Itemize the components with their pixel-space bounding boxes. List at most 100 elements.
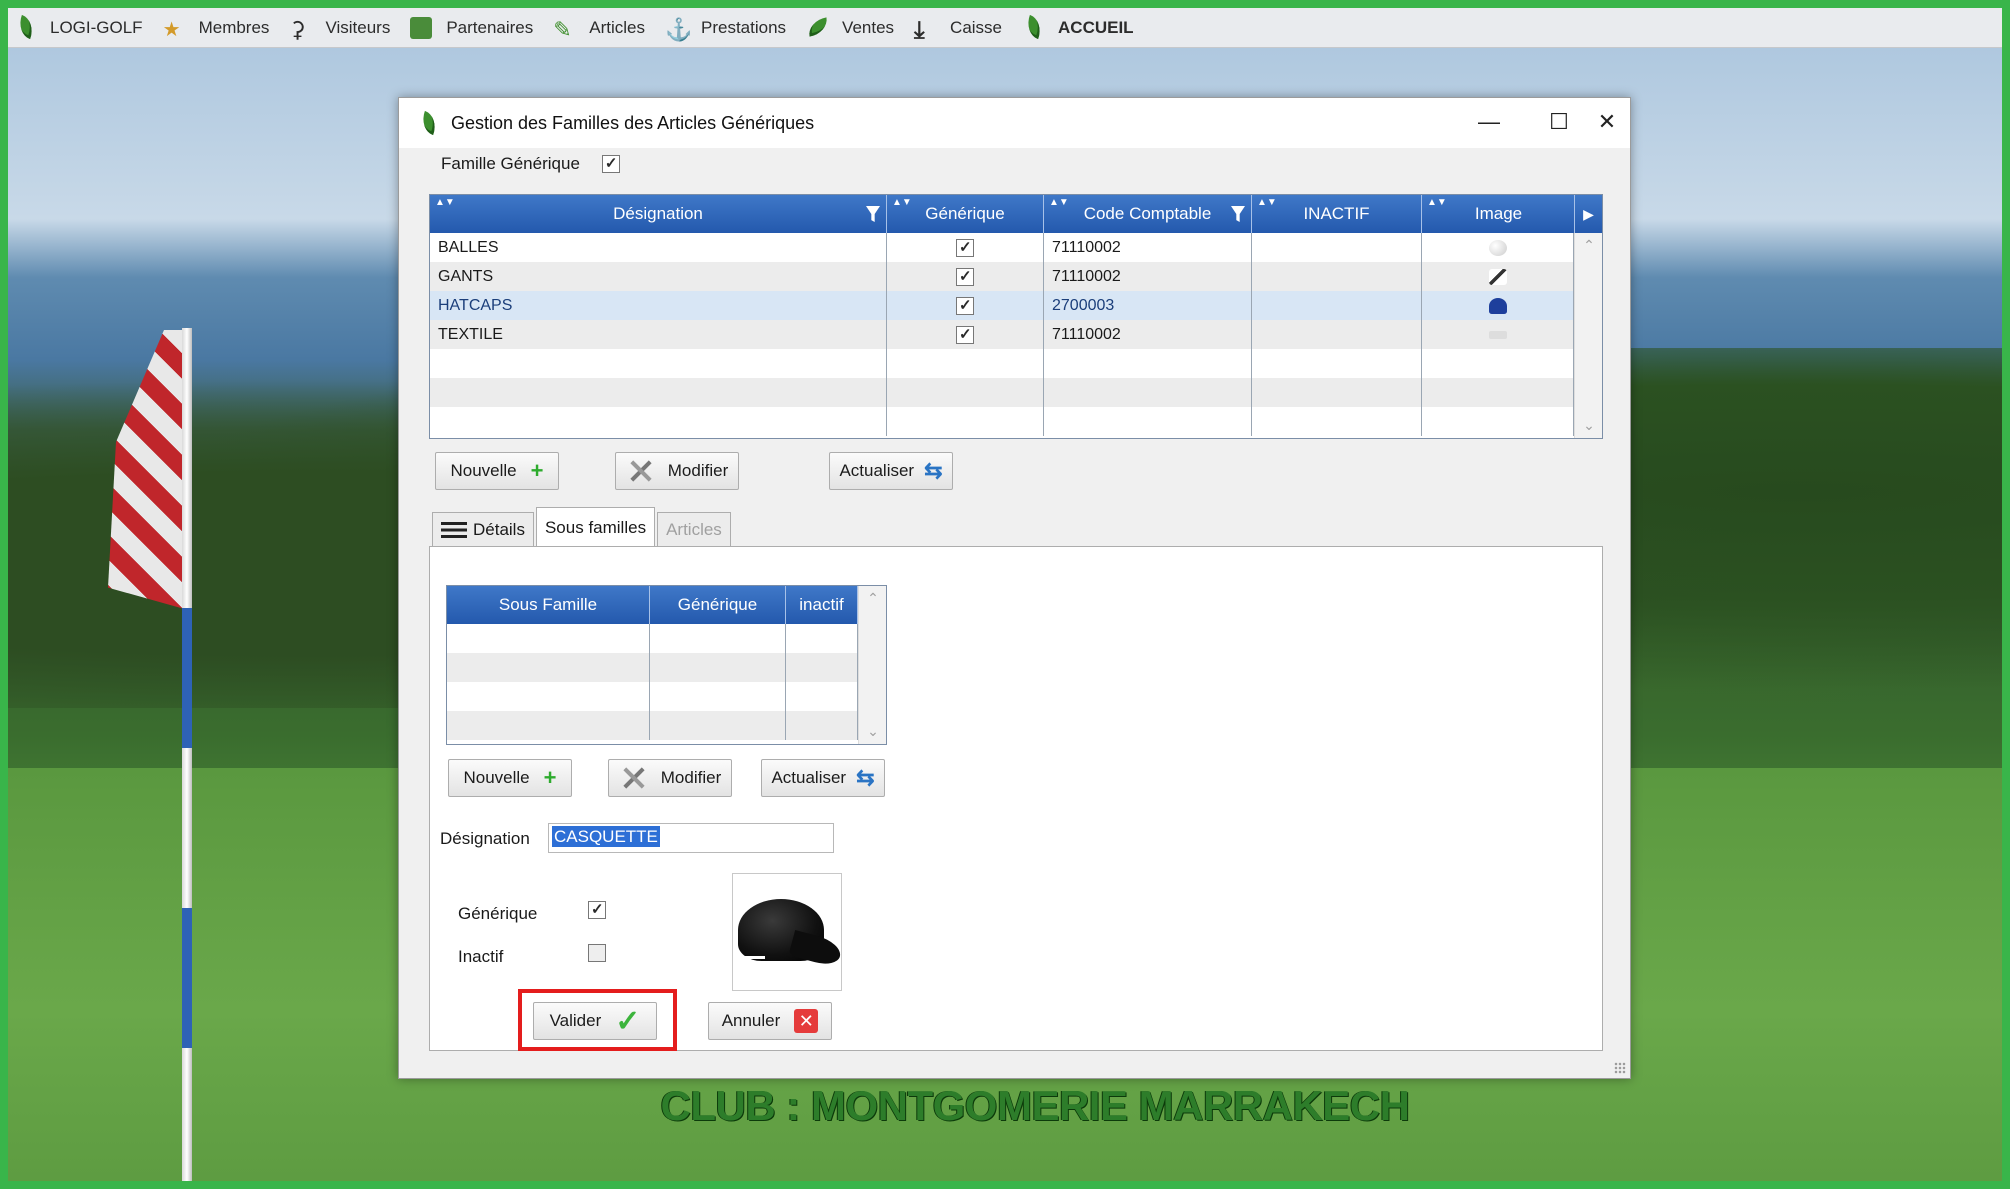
generique-checkbox[interactable] (956, 325, 974, 344)
menu-articles[interactable]: ✎ Articles (553, 8, 645, 48)
tab-details[interactable]: Détails (432, 512, 534, 546)
actualiser-button[interactable]: Actualiser ⇆ (829, 452, 953, 490)
sub-nouvelle-button[interactable]: Nouvelle + (448, 759, 572, 797)
col-designation[interactable]: ▲▼ Désignation (430, 195, 887, 233)
famille-generique-label: Famille Générique (441, 154, 580, 173)
tab-articles[interactable]: Articles (657, 512, 731, 546)
cell-designation: GANTS (430, 262, 887, 291)
top-menu-bar: LOGI-GOLF ★ Membres ⚳ Visiteurs Partenaire… (8, 8, 2002, 48)
close-button[interactable]: ✕ (1584, 102, 1630, 142)
resize-grip-icon[interactable] (1614, 1062, 1626, 1074)
refresh-icon: ⇆ (856, 765, 875, 790)
cell-generique (887, 291, 1044, 320)
cap-image[interactable] (732, 873, 842, 991)
menu-caisse[interactable]: ⤓ Caisse (914, 8, 1002, 48)
list-item-empty (447, 682, 858, 711)
cell-designation: BALLES (430, 233, 887, 262)
famille-generique-checkbox[interactable] (601, 155, 620, 173)
menu-accueil[interactable]: ACCUEIL (1022, 8, 1134, 48)
cell-designation: HATCAPS (430, 291, 887, 320)
leaf-icon (418, 110, 440, 136)
menu-membres[interactable]: ★ Membres (163, 8, 270, 48)
filter-icon[interactable] (866, 206, 880, 222)
grid-header: ▲▼ Désignation ▲▼ Générique ▲▼ Code Comptab… (430, 195, 1602, 233)
col-sub-generique[interactable]: Générique (650, 586, 786, 624)
annuler-button[interactable]: Annuler ✕ (708, 1002, 832, 1040)
subgrid-scrollbar[interactable]: ⌃ ⌄ (858, 586, 886, 744)
sub-actualiser-button[interactable]: Actualiser ⇆ (761, 759, 885, 797)
generique-checkbox[interactable] (588, 901, 606, 919)
list-item-empty (447, 653, 858, 682)
menu-partenaires[interactable]: Partenaires (410, 8, 533, 48)
sous-familles-panel: Sous Famille Générique inactif ⌃ ⌄ Nouve… (429, 546, 1603, 1051)
plus-icon: + (530, 458, 544, 483)
flag-pole (182, 328, 192, 1181)
familles-dialog: Gestion des Familles des Articles Généri… (398, 97, 1631, 1079)
inactif-checkbox[interactable] (588, 944, 606, 962)
maximize-button[interactable]: ☐ (1536, 102, 1582, 142)
generique-checkbox[interactable] (956, 238, 974, 257)
dialog-title-bar[interactable]: Gestion des Familles des Articles Généri… (399, 98, 1630, 148)
club-name: CLUB : MONTGOMERIE MARRAKECH (660, 1082, 1410, 1129)
generique-checkbox[interactable] (956, 296, 974, 315)
table-row[interactable]: TEXTILE 71110002 (430, 320, 1574, 349)
col-image[interactable]: ▲▼ Image (1422, 195, 1576, 233)
sub-modifier-button[interactable]: Modifier (608, 759, 732, 797)
scroll-right-icon[interactable]: ▶ (1574, 195, 1602, 233)
chevron-down-icon[interactable]: ⌄ (859, 723, 886, 740)
close-red-icon: ✕ (794, 1009, 819, 1033)
table-row-selected[interactable]: HATCAPS 2700003 (430, 291, 1574, 320)
familles-grid: ▲▼ Désignation ▲▼ Générique ▲▼ Code Comptab… (429, 194, 1603, 439)
menu-ventes[interactable]: Ventes (806, 8, 894, 48)
tools-icon (619, 765, 645, 791)
cell-inactif (1252, 233, 1422, 262)
shoe-icon (806, 16, 830, 39)
plus-icon: + (543, 765, 557, 790)
glove-thumb-icon (1422, 262, 1574, 291)
cell-designation: TEXTILE (430, 320, 887, 349)
cell-inactif (1252, 291, 1422, 320)
chevron-down-icon[interactable]: ⌄ (1575, 417, 1602, 434)
partners-icon (410, 16, 433, 39)
menu-prestations[interactable]: ⚓ Prestations (665, 8, 786, 48)
tab-sous-familles[interactable]: Sous familles (535, 507, 656, 547)
menu-logi-golf[interactable]: LOGI-GOLF (14, 8, 143, 48)
minimize-button[interactable]: — (1466, 102, 1512, 142)
golfer-icon: ★ (162, 18, 181, 41)
vertical-scrollbar[interactable]: ⌃ ⌄ (1574, 233, 1602, 438)
walker-icon: ⚳ (289, 16, 306, 42)
download-icon: ⤓ (914, 16, 925, 44)
dialog-title: Gestion des Familles des Articles Généri… (451, 112, 815, 133)
col-generique[interactable]: ▲▼ Générique (887, 195, 1044, 233)
col-code-comptable[interactable]: ▲▼ Code Comptable (1044, 195, 1252, 233)
swing-icon: ⚓ (665, 16, 693, 42)
cell-code: 71110002 (1044, 262, 1252, 291)
cell-code: 71110002 (1044, 320, 1252, 349)
table-row-empty (430, 407, 1574, 436)
leaf-icon (14, 14, 37, 39)
col-sub-inactif[interactable]: inactif (786, 586, 858, 624)
cell-code: 2700003 (1044, 291, 1252, 320)
designation-field[interactable]: CASQUETTE (548, 823, 834, 853)
menu-visiteurs[interactable]: ⚳ Visiteurs (289, 8, 390, 48)
table-row-empty (430, 349, 1574, 378)
generique-checkbox[interactable] (956, 267, 974, 286)
list-item-empty (447, 624, 858, 653)
modifier-button[interactable]: Modifier (615, 452, 739, 490)
table-row[interactable]: GANTS 71110002 (430, 262, 1574, 291)
textile-thumb-icon (1422, 320, 1574, 349)
pen-icon: ✎ (553, 16, 572, 42)
chevron-up-icon[interactable]: ⌃ (859, 590, 886, 607)
table-row[interactable]: BALLES 71110002 (430, 233, 1574, 262)
designation-label: Désignation (440, 829, 530, 848)
col-sous-famille[interactable]: Sous Famille (447, 586, 650, 624)
valider-button[interactable]: Valider ✓ (533, 1002, 657, 1040)
col-inactif[interactable]: ▲▼ INACTIF (1252, 195, 1422, 233)
table-row-empty (430, 378, 1574, 407)
filter-icon[interactable] (1231, 206, 1245, 222)
sous-familles-grid: Sous Famille Générique inactif ⌃ ⌄ (446, 585, 887, 745)
nouvelle-button[interactable]: Nouvelle + (435, 452, 559, 490)
cap-thumb-icon (1422, 291, 1574, 320)
chevron-up-icon[interactable]: ⌃ (1575, 237, 1602, 254)
ball-thumb-icon (1422, 233, 1574, 262)
